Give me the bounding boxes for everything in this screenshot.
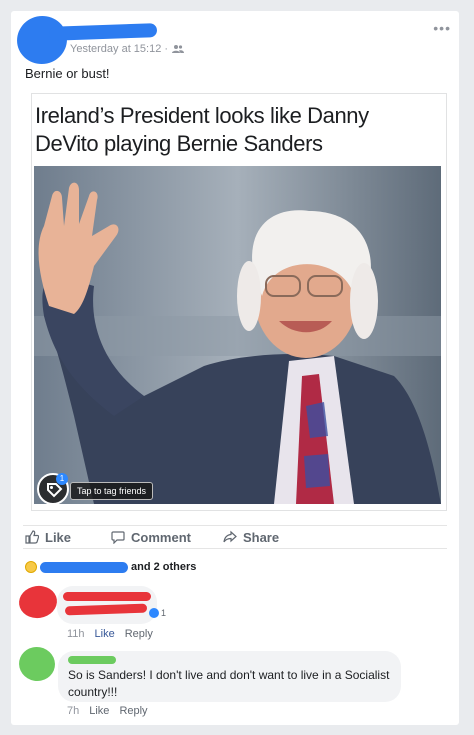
like-button[interactable]: Like [25,530,71,545]
comment-time[interactable]: 7h [67,705,79,717]
post-text: Bernie or bust! [25,66,110,81]
comment-reply-link[interactable]: Reply [119,705,147,717]
comment-like-count[interactable]: 1 [149,608,166,618]
comment-label: Comment [131,529,191,545]
shared-image-caption: Ireland’s President looks like Danny DeV… [35,103,369,156]
tag-count-badge: 1 [56,473,68,485]
comment-redaction-1 [63,592,151,601]
comment-icon [111,531,125,544]
author-name-redacted[interactable] [48,23,158,41]
post-actions: Like Comment Share [23,525,447,549]
comment-button[interactable]: Comment [111,530,191,545]
shared-photo[interactable]: 1 Tap to tag friends [34,166,441,504]
haha-icon [25,561,37,573]
friends-icon[interactable] [172,44,185,54]
comment-text: So is Sanders! I don't live and don't wa… [68,668,390,699]
share-button[interactable]: Share [223,530,279,545]
share-icon [223,530,237,543]
share-label: Share [242,529,280,545]
comment-time[interactable]: 11h [67,628,85,640]
reactor-name-redacted [40,561,128,573]
commenter-avatar-redacted[interactable] [16,583,60,621]
like-count-value: 1 [161,608,167,618]
post-meta: Yesterday at 15:12 · [70,43,185,55]
commenter-avatar-redacted[interactable] [16,644,58,684]
tag-friends-label[interactable]: Tap to tag friends [70,482,154,500]
comment-like-link[interactable]: Like [89,705,109,717]
photo-illustration [34,166,441,504]
like-label: Like [45,529,72,545]
comment-like-link[interactable]: Like [95,628,115,640]
comment-meta: 7h Like Reply [67,705,148,717]
post-timestamp[interactable]: Yesterday at 15:12 · [70,43,168,55]
comment-reply-link[interactable]: Reply [125,628,153,640]
comment-meta: 11h Like Reply [67,628,153,640]
more-options-button[interactable]: ••• [433,21,451,35]
reactions-summary[interactable]: and 2 others [25,559,196,575]
reactions-others: and 2 others [131,561,197,573]
thumbs-up-icon [25,530,39,544]
like-reaction-icon [149,608,159,618]
shared-image-card[interactable]: Ireland’s President looks like Danny DeV… [31,93,447,511]
post-card: Yesterday at 15:12 · ••• Bernie or bust!… [11,11,459,725]
commenter-name-redacted[interactable] [68,656,116,664]
